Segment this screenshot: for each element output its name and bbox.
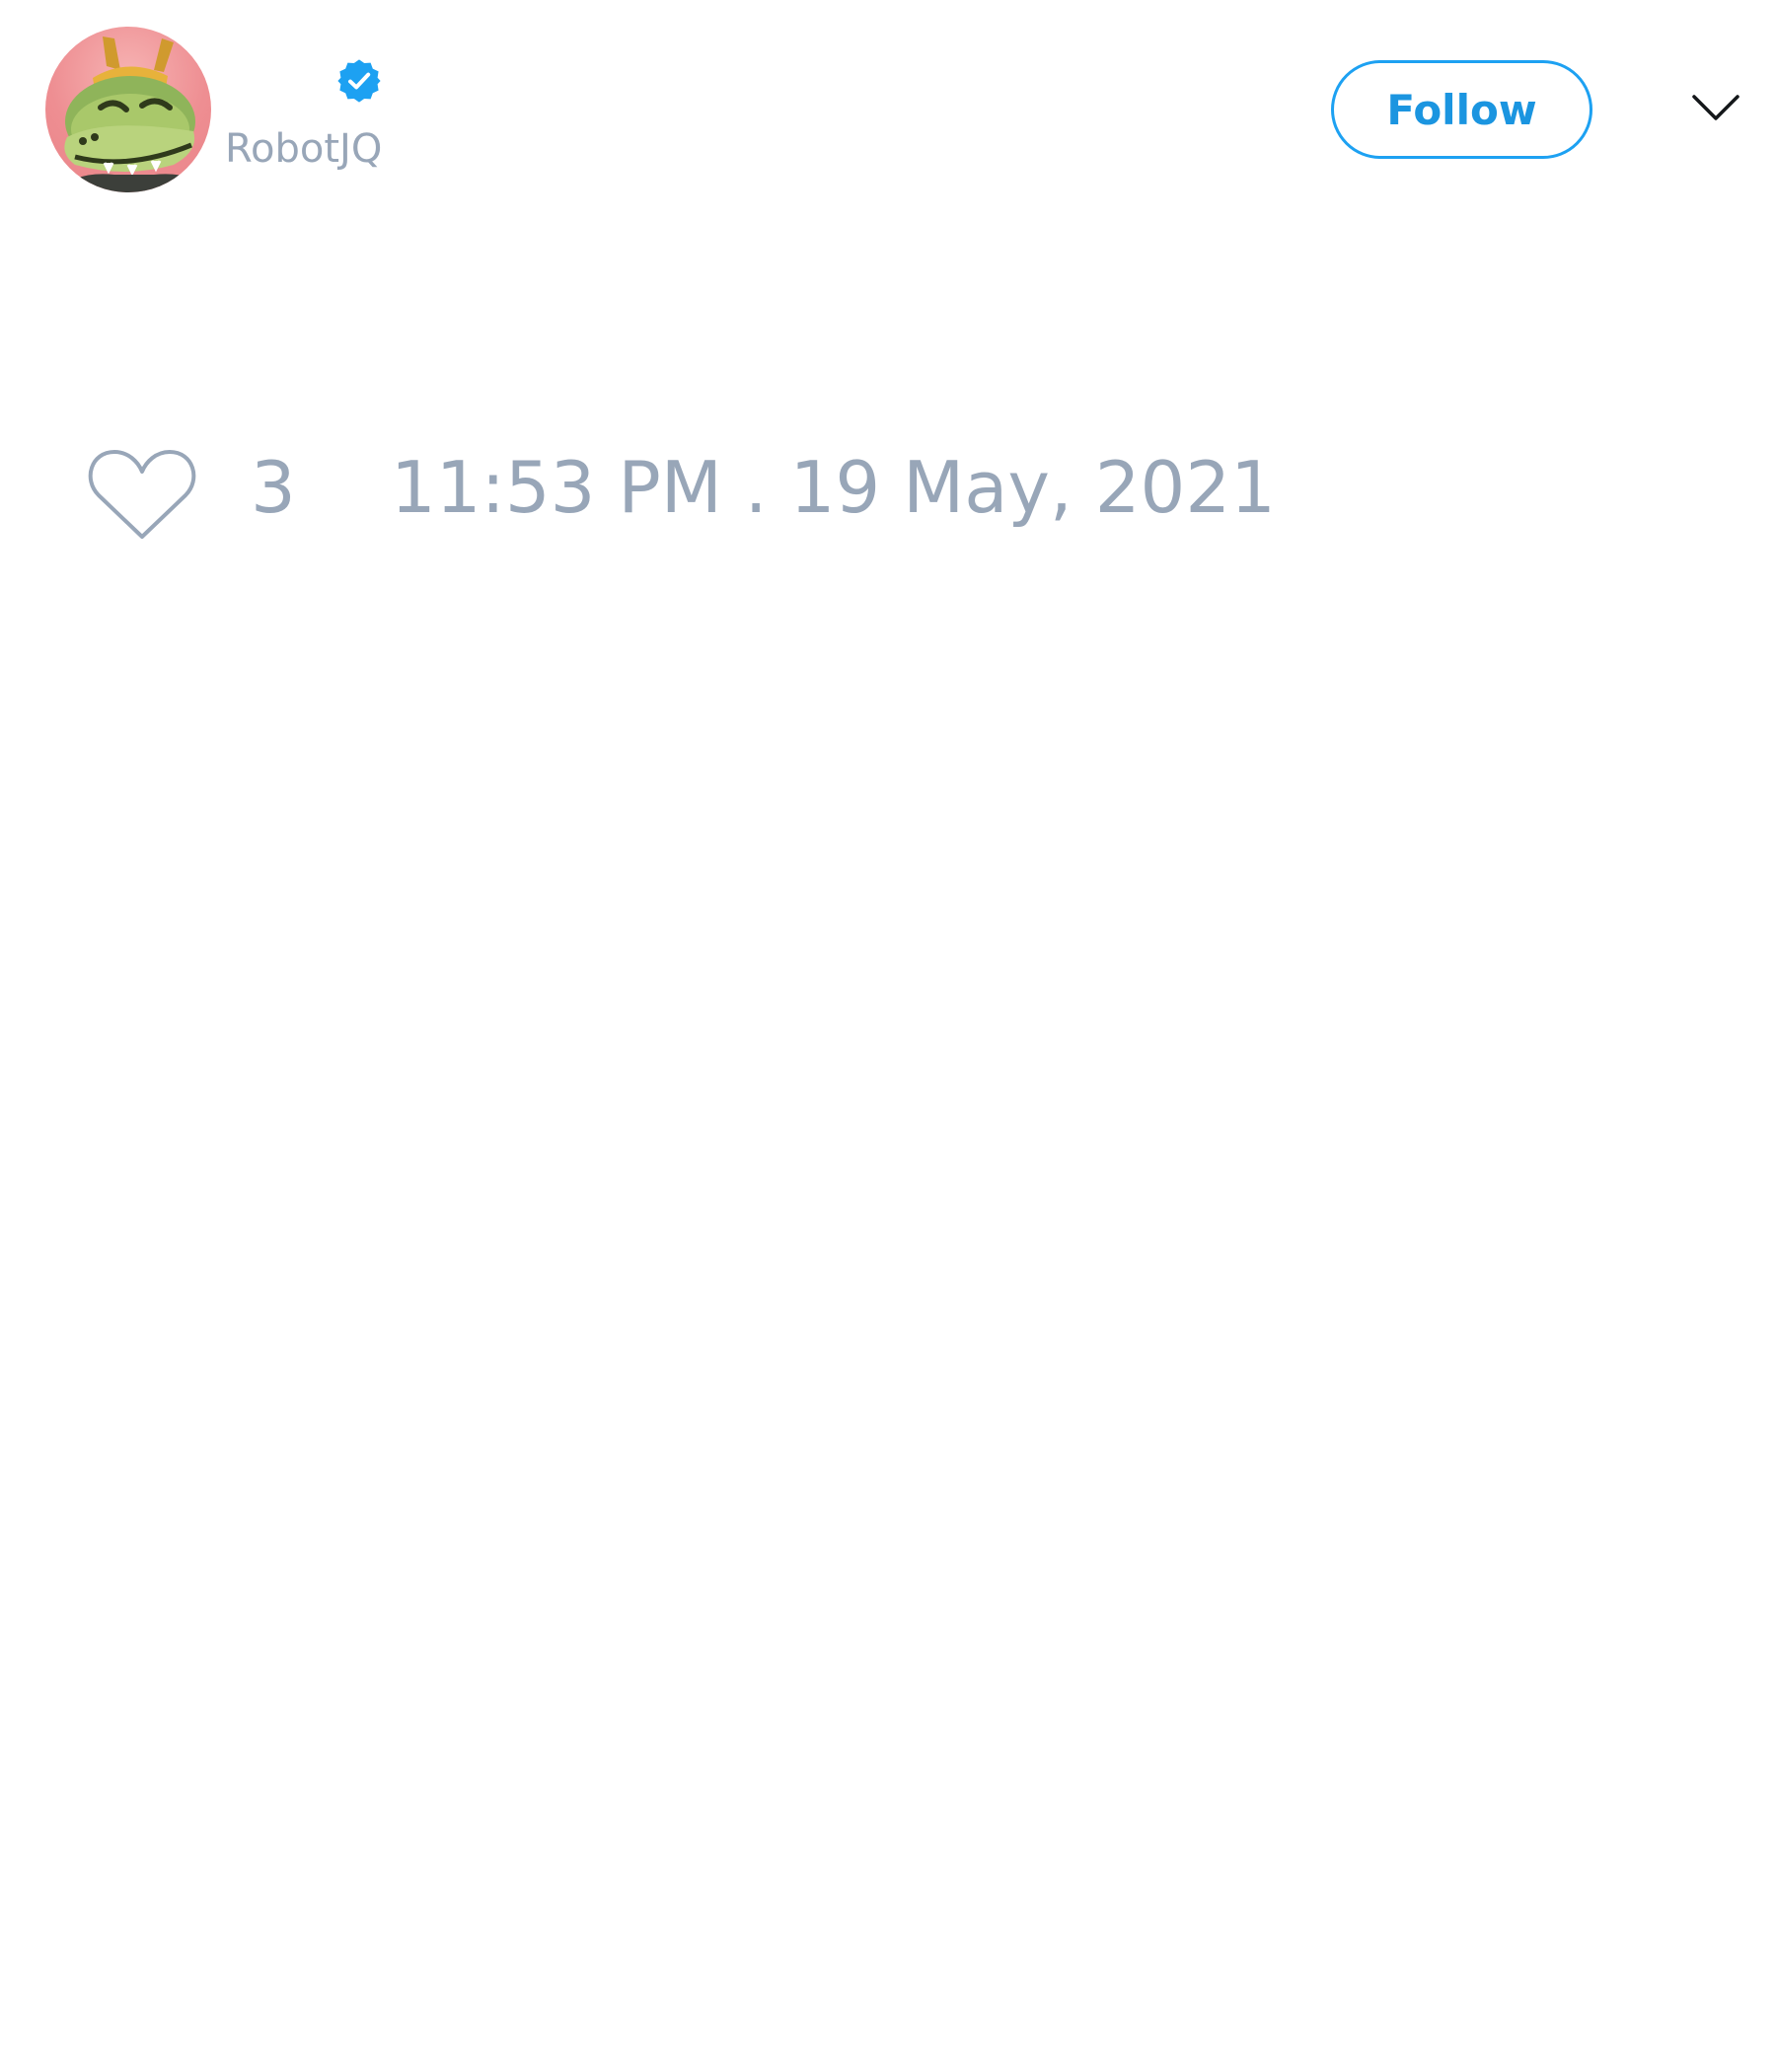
avatar[interactable] <box>45 27 211 192</box>
chevron-down-icon[interactable] <box>1691 89 1740 128</box>
crocodile-avatar-icon <box>55 37 211 192</box>
verified-badge-icon <box>337 59 381 103</box>
heart-outline-icon[interactable] <box>87 446 197 545</box>
like-count[interactable]: 3 <box>251 452 296 523</box>
follow-button[interactable]: Follow <box>1331 60 1592 159</box>
tweet-timestamp[interactable]: 11:53 PM . 19 May, 2021 <box>391 452 1276 523</box>
author-handle[interactable]: RobotJQ <box>225 126 382 172</box>
